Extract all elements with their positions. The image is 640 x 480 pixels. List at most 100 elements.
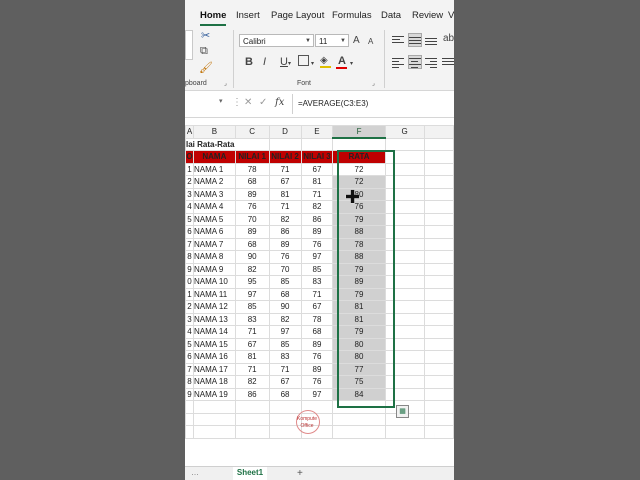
name-cell[interactable]: NAMA 12 (192, 300, 236, 314)
sheet-title[interactable]: lai Rata-Rata (185, 137, 270, 151)
nilai1-cell[interactable]: 71 (234, 325, 270, 339)
nilai3-cell[interactable]: 89 (300, 337, 334, 351)
row-number-cell[interactable]: 3 (185, 312, 194, 326)
formula-input[interactable]: =AVERAGE(C3:E3) (298, 99, 368, 108)
empty-cell[interactable] (384, 237, 425, 251)
empty-cell[interactable] (185, 425, 194, 439)
align-right-icon[interactable] (425, 56, 437, 68)
nilai2-cell[interactable]: 71 (268, 162, 302, 176)
empty-cell[interactable] (192, 400, 236, 414)
empty-cell[interactable] (423, 262, 454, 276)
nilai1-cell[interactable]: 78 (234, 162, 270, 176)
name-cell[interactable]: NAMA 9 (192, 262, 236, 276)
sheet-nav-icon[interactable]: … (191, 468, 199, 477)
nilai3-cell[interactable]: 89 (300, 362, 334, 376)
empty-cell[interactable] (384, 387, 425, 401)
nilai3-cell[interactable]: 83 (300, 275, 334, 289)
empty-cell[interactable] (384, 187, 425, 201)
empty-cell[interactable] (384, 425, 425, 439)
chevron-down-icon[interactable]: ▾ (288, 58, 291, 70)
nilai1-cell[interactable]: 76 (234, 200, 270, 214)
empty-cell[interactable] (423, 137, 454, 151)
tab-insert[interactable]: Insert (236, 10, 260, 21)
empty-cell[interactable] (384, 225, 425, 239)
empty-cell[interactable] (185, 412, 194, 426)
nilai2-cell[interactable]: 85 (268, 337, 302, 351)
empty-cell[interactable] (423, 400, 454, 414)
nilai2-cell[interactable]: 71 (268, 200, 302, 214)
empty-cell[interactable] (384, 137, 425, 151)
name-cell[interactable]: NAMA 1 (192, 162, 236, 176)
empty-cell[interactable] (384, 325, 425, 339)
row-number-cell[interactable]: 8 (185, 375, 194, 389)
nilai2-cell[interactable]: 67 (268, 375, 302, 389)
row-number-cell[interactable]: 2 (185, 300, 194, 314)
chevron-down-icon[interactable]: ▾ (350, 58, 353, 70)
name-cell[interactable]: NAMA 19 (192, 387, 236, 401)
table-header-cell[interactable]: NILAI 3 (300, 150, 334, 164)
name-cell[interactable]: NAMA 6 (192, 225, 236, 239)
align-top-icon[interactable] (392, 34, 404, 46)
decrease-indent-icon[interactable] (442, 56, 454, 68)
paste-icon[interactable] (185, 30, 193, 60)
empty-cell[interactable] (192, 425, 236, 439)
empty-cell[interactable] (384, 337, 425, 351)
nilai2-cell[interactable]: 82 (268, 212, 302, 226)
nilai1-cell[interactable]: 90 (234, 250, 270, 264)
rata-cell[interactable]: 75 (332, 375, 386, 389)
column-header-a[interactable]: A (185, 125, 194, 139)
nilai3-cell[interactable]: 76 (300, 375, 334, 389)
empty-cell[interactable] (384, 175, 425, 189)
nilai2-cell[interactable]: 85 (268, 275, 302, 289)
row-number-cell[interactable]: 1 (185, 287, 194, 301)
nilai3-cell[interactable]: 82 (300, 200, 334, 214)
align-left-icon[interactable] (392, 56, 404, 68)
empty-cell[interactable] (234, 425, 270, 439)
empty-cell[interactable] (268, 400, 302, 414)
row-number-cell[interactable]: 5 (185, 212, 194, 226)
nilai1-cell[interactable]: 68 (234, 237, 270, 251)
bold-button[interactable]: B (245, 56, 253, 68)
name-cell[interactable]: NAMA 18 (192, 375, 236, 389)
empty-cell[interactable] (423, 375, 454, 389)
rata-cell[interactable]: 79 (332, 212, 386, 226)
rata-cell[interactable]: 79 (332, 325, 386, 339)
name-cell[interactable]: NAMA 3 (192, 187, 236, 201)
enter-icon[interactable]: ✓ (259, 97, 267, 108)
row-number-cell[interactable]: 9 (185, 387, 194, 401)
column-header-g[interactable]: G (384, 125, 425, 139)
empty-cell[interactable] (234, 400, 270, 414)
nilai3-cell[interactable]: 97 (300, 387, 334, 401)
nilai1-cell[interactable]: 83 (234, 312, 270, 326)
name-cell[interactable]: NAMA 13 (192, 312, 236, 326)
underline-button[interactable]: U (280, 56, 288, 68)
chevron-down-icon[interactable]: ▾ (311, 58, 314, 70)
nilai2-cell[interactable]: 89 (268, 237, 302, 251)
nilai1-cell[interactable]: 68 (234, 175, 270, 189)
worksheet-grid[interactable]: A B C D E F Glai Rata-Rata O NAMA NILAI 1 NILAI 2N… (185, 125, 454, 439)
nilai1-cell[interactable]: 86 (234, 387, 270, 401)
nilai1-cell[interactable]: 71 (234, 362, 270, 376)
nilai2-cell[interactable]: 68 (268, 387, 302, 401)
font-launcher-icon[interactable]: ⌟ (372, 80, 375, 87)
nilai2-cell[interactable]: 67 (268, 175, 302, 189)
orientation-icon[interactable]: ab (443, 33, 454, 45)
font-color-icon[interactable]: A (338, 55, 346, 67)
name-cell[interactable]: NAMA 14 (192, 325, 236, 339)
empty-cell[interactable] (423, 225, 454, 239)
empty-cell[interactable] (423, 312, 454, 326)
empty-cell[interactable] (332, 400, 386, 414)
nilai1-cell[interactable]: 89 (234, 187, 270, 201)
nilai3-cell[interactable]: 76 (300, 350, 334, 364)
nilai1-cell[interactable]: 81 (234, 350, 270, 364)
quick-analysis-icon[interactable]: ▦ (396, 405, 409, 418)
empty-cell[interactable] (300, 137, 334, 151)
name-cell[interactable]: NAMA 10 (192, 275, 236, 289)
row-number-cell[interactable]: 0 (185, 275, 194, 289)
nilai2-cell[interactable]: 81 (268, 187, 302, 201)
align-bottom-icon[interactable] (425, 34, 437, 46)
borders-icon[interactable] (298, 55, 309, 66)
empty-cell[interactable] (384, 200, 425, 214)
table-header-cell[interactable]: RATA (332, 150, 386, 164)
rata-cell[interactable]: 84 (332, 387, 386, 401)
